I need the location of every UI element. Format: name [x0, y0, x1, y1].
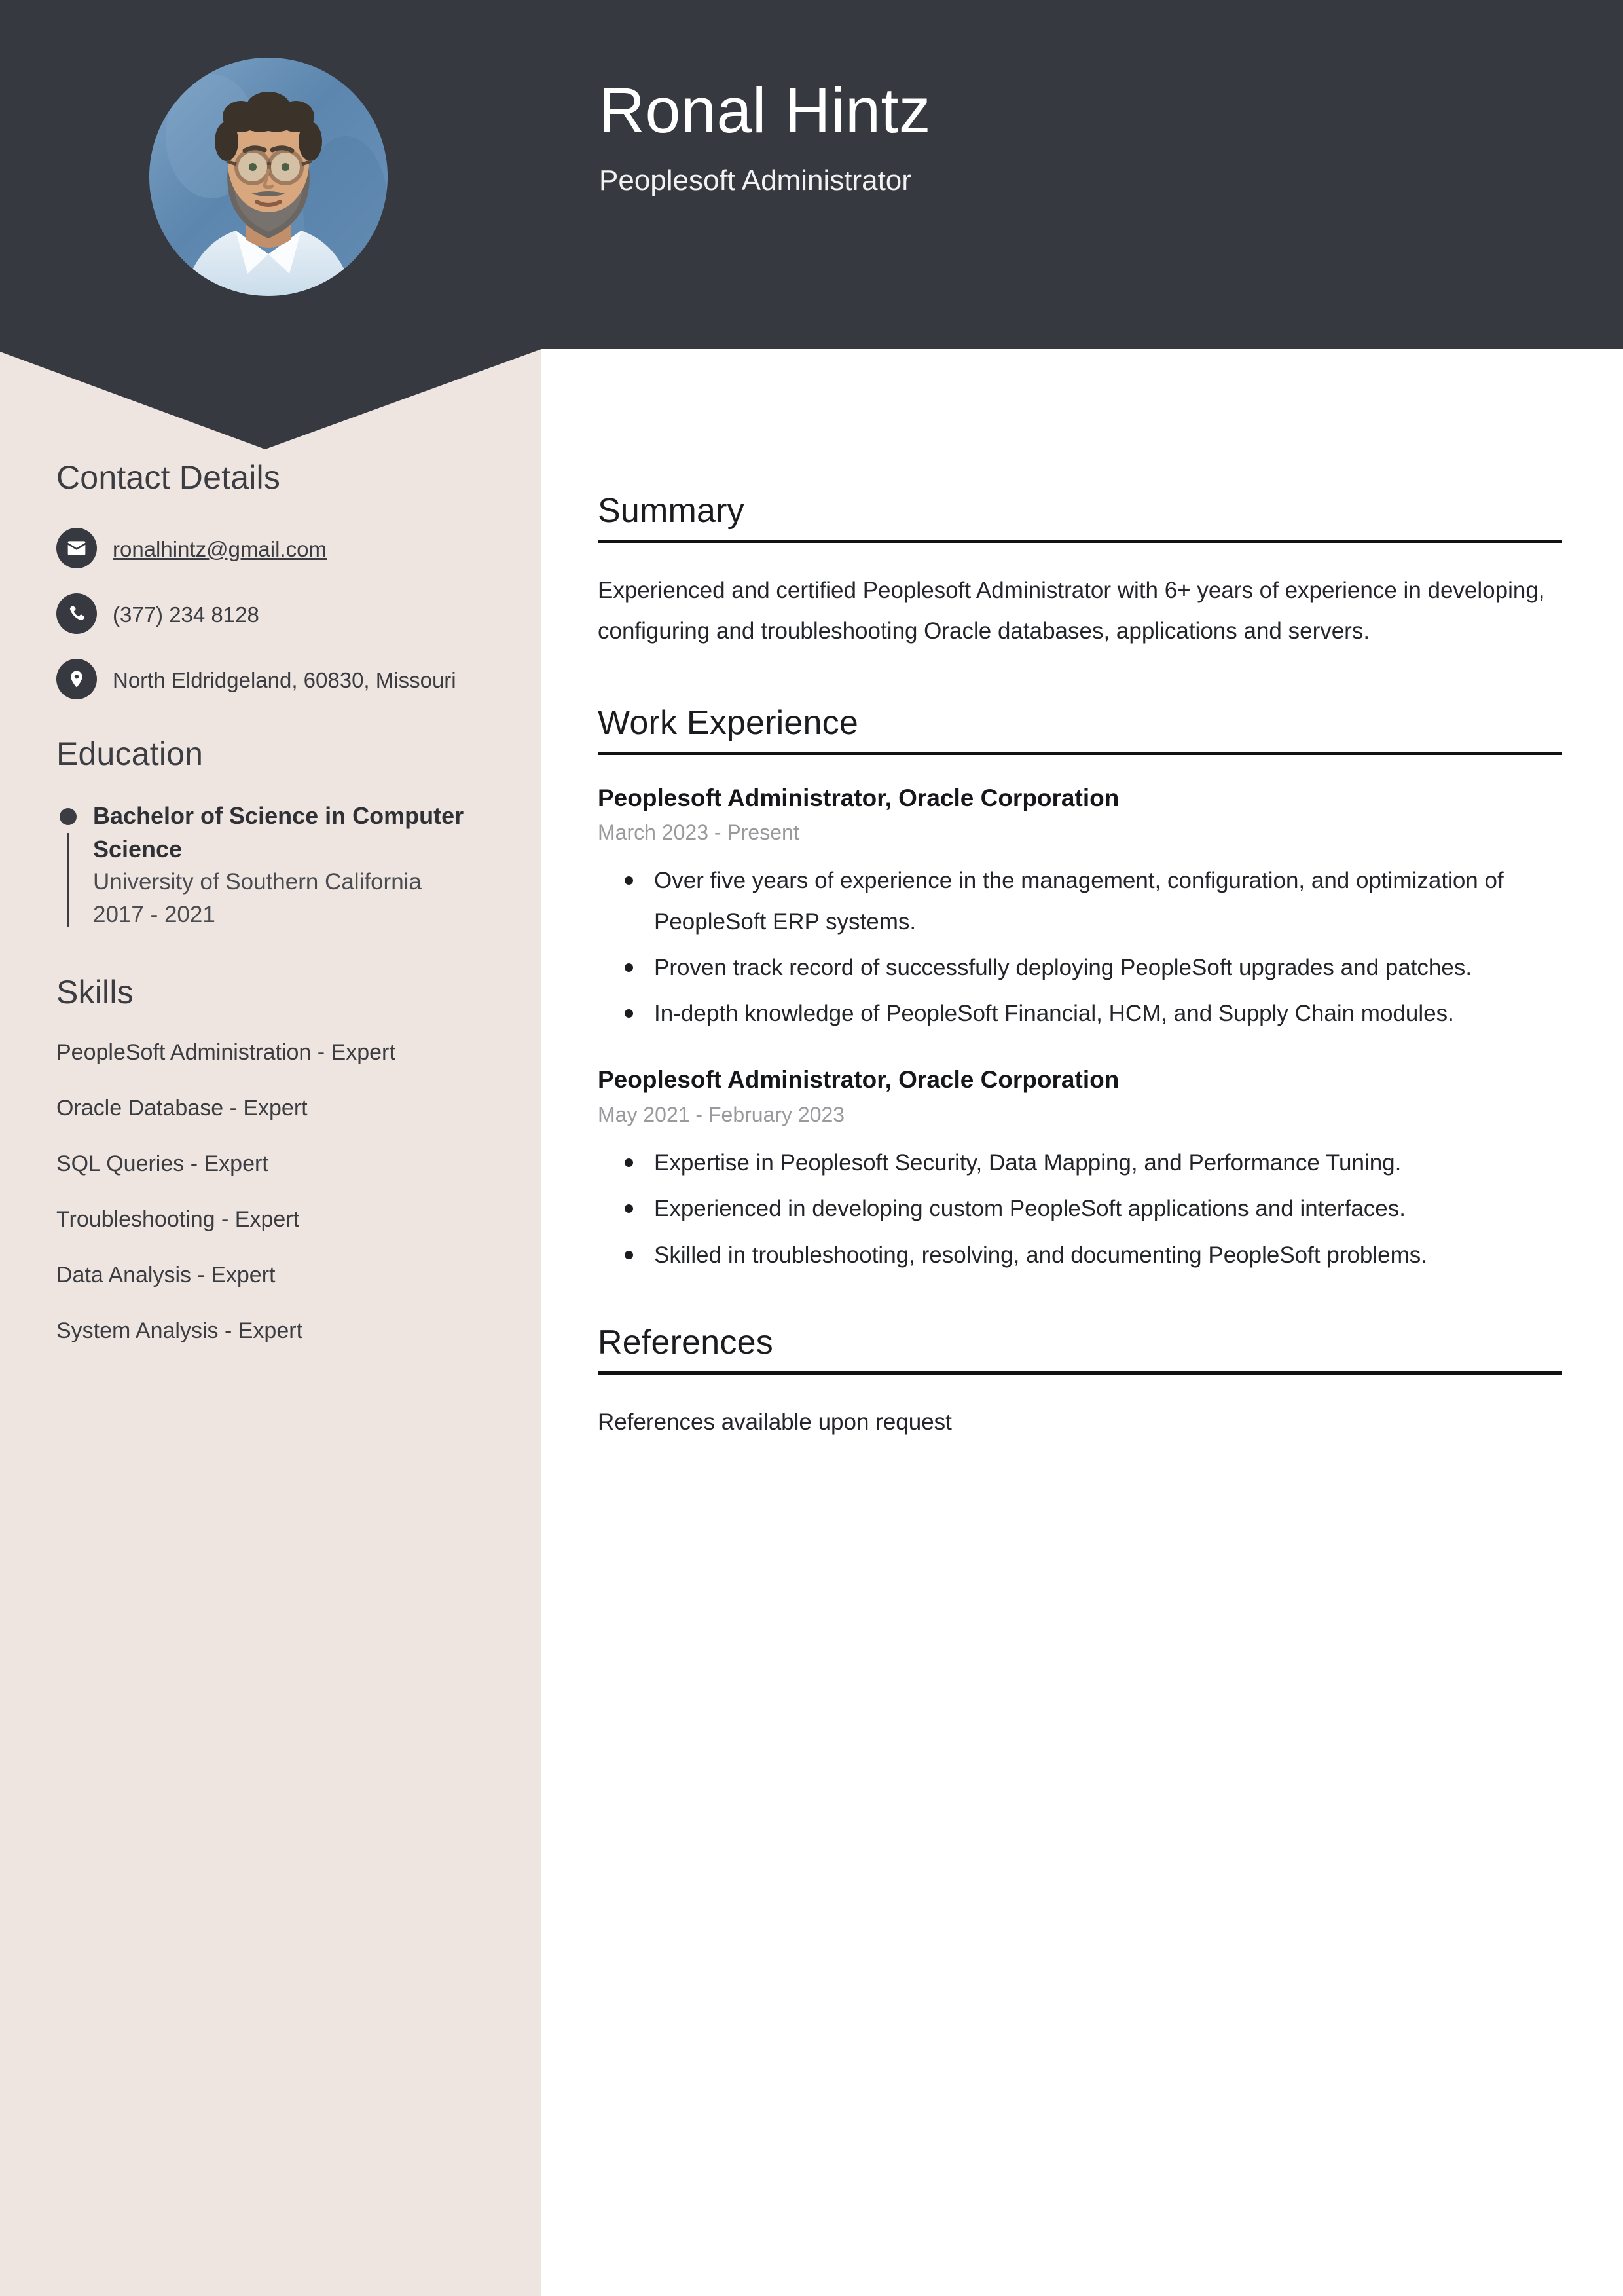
contact-location-text: North Eldridgeland, 60830, Missouri: [113, 668, 456, 692]
envelope-icon: [56, 528, 97, 568]
job-title-company: Peoplesoft Administrator, Oracle Corpora…: [598, 1066, 1120, 1094]
contact-item-email[interactable]: ronalhintz@gmail.com: [0, 528, 541, 568]
contact-list: ronalhintz@gmail.com (377) 234 8128 Nort…: [0, 528, 541, 699]
page-title: Ronal Hintz: [599, 75, 931, 146]
list-item: Experienced in developing custom PeopleS…: [625, 1189, 1567, 1229]
list-item: PeopleSoft Administration - Expert: [56, 1039, 395, 1065]
phone-icon: [56, 593, 97, 634]
contact-phone-text: (377) 234 8128: [113, 602, 259, 627]
contact-item-phone[interactable]: (377) 234 8128: [0, 593, 541, 634]
job-dates: May 2021 - February 2023: [598, 1102, 845, 1126]
education-section: Education Bachelor of Science in Compute…: [0, 735, 541, 931]
work-experience-item: Peoplesoft Administrator, Oracle Corpora…: [598, 783, 1567, 1035]
summary-section: Summary Experienced and certified People…: [598, 491, 1567, 652]
job-dates: March 2023 - Present: [598, 820, 799, 844]
job-bullet-list: Expertise in Peoplesoft Security, Data M…: [598, 1143, 1567, 1276]
references-text: References available upon request: [598, 1409, 952, 1435]
list-item: SQL Queries - Expert: [56, 1151, 268, 1176]
list-item: Troubleshooting - Expert: [56, 1206, 300, 1232]
main-content: Summary Experienced and certified People…: [598, 491, 1567, 1443]
list-item: Data Analysis - Expert: [56, 1262, 276, 1287]
education-list: Bachelor of Science in Computer Science …: [0, 799, 541, 931]
sidebar: Contact Details ronalhintz@gmail.com (37…: [0, 458, 541, 1370]
resume-header: Ronal Hintz Peoplesoft Administrator: [0, 0, 1623, 449]
work-experience-heading: Work Experience: [598, 703, 858, 742]
contact-details-section: Contact Details ronalhintz@gmail.com (37…: [0, 458, 541, 699]
timeline-dot-icon: [60, 808, 77, 825]
work-experience-section: Work Experience Peoplesoft Administrator…: [598, 703, 1567, 1276]
summary-text: Experienced and certified Peoplesoft Adm…: [598, 578, 1545, 644]
education-heading: Education: [56, 735, 204, 772]
job-title-company: Peoplesoft Administrator, Oracle Corpora…: [598, 784, 1120, 811]
education-dates: 2017 - 2021: [93, 901, 215, 927]
list-item: Expertise in Peoplesoft Security, Data M…: [625, 1143, 1567, 1183]
avatar: [149, 58, 388, 296]
location-pin-icon: [56, 659, 97, 699]
section-divider: [598, 540, 1562, 543]
list-item: System Analysis - Expert: [56, 1318, 303, 1343]
skills-heading: Skills: [56, 973, 134, 1010]
contact-details-heading: Contact Details: [56, 459, 281, 496]
job-title: Peoplesoft Administrator: [599, 164, 911, 196]
section-divider: [598, 1371, 1562, 1375]
education-item: Bachelor of Science in Computer Science …: [0, 799, 541, 931]
section-divider: [598, 751, 1562, 755]
skills-list: PeopleSoft Administration - Expert Oracl…: [0, 1036, 541, 1348]
skills-section: Skills PeopleSoft Administration - Exper…: [0, 973, 541, 1348]
education-school: University of Southern California: [93, 869, 422, 895]
timeline-line: [67, 833, 69, 927]
contact-email-text[interactable]: ronalhintz@gmail.com: [113, 530, 327, 566]
references-heading: References: [598, 1324, 773, 1362]
list-item: Skilled in troubleshooting, resolving, a…: [625, 1235, 1567, 1276]
list-item: In-depth knowledge of PeopleSoft Financi…: [625, 993, 1567, 1034]
header-text-group: Ronal Hintz Peoplesoft Administrator: [599, 77, 1581, 198]
summary-heading: Summary: [598, 492, 744, 530]
education-degree: Bachelor of Science in Computer Science: [93, 802, 464, 863]
list-item: Proven track record of successfully depl…: [625, 948, 1567, 988]
contact-item-location: North Eldridgeland, 60830, Missouri: [0, 659, 541, 699]
list-item: Over five years of experience in the man…: [625, 861, 1567, 942]
references-section: References References available upon req…: [598, 1323, 1567, 1443]
work-experience-item: Peoplesoft Administrator, Oracle Corpora…: [598, 1064, 1567, 1276]
job-bullet-list: Over five years of experience in the man…: [598, 861, 1567, 1034]
list-item: Oracle Database - Expert: [56, 1095, 308, 1120]
